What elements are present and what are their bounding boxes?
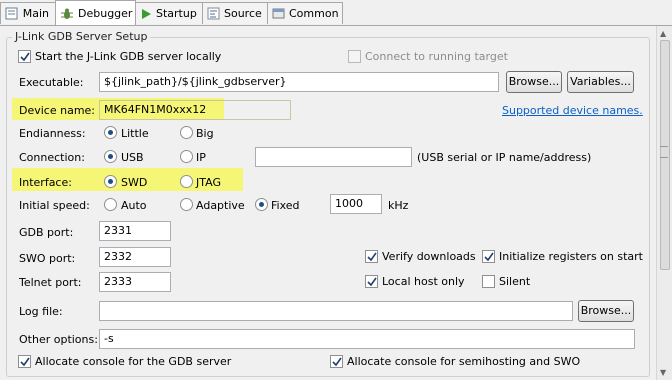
checkmark-icon <box>367 252 377 262</box>
connection-usb-label: USB <box>121 151 144 164</box>
connection-ip-label: IP <box>196 151 206 164</box>
tab-source[interactable]: Source <box>202 2 268 24</box>
checkmark-icon <box>20 357 30 367</box>
connection-label: Connection: <box>19 151 85 164</box>
connect-running-checkbox[interactable] <box>348 50 361 63</box>
tab-source-label: Source <box>224 7 262 20</box>
silent-label: Silent <box>499 275 531 288</box>
endianness-big-label: Big <box>196 127 214 140</box>
speed-adaptive-radio[interactable] <box>180 198 193 211</box>
tab-main-label: Main <box>22 7 49 20</box>
other-options-input[interactable]: -s <box>99 329 635 349</box>
main-tab-icon <box>5 7 19 21</box>
speed-adaptive-label: Adaptive <box>196 199 245 212</box>
startup-play-icon <box>140 7 152 21</box>
checkmark-icon <box>20 52 30 62</box>
swo-port-input[interactable]: 2332 <box>99 247 171 267</box>
speed-fixed-label: Fixed <box>271 199 300 212</box>
verify-downloads-label: Verify downloads <box>382 250 476 263</box>
telnet-port-input[interactable]: 2333 <box>99 272 171 292</box>
tab-bar: Main Debugger Startup Source Common <box>0 0 672 26</box>
log-file-browse-button[interactable]: Browse... <box>578 300 634 322</box>
speed-khz-input[interactable]: 1000 <box>330 194 382 214</box>
local-host-only-label: Local host only <box>382 275 465 288</box>
local-host-only-checkbox[interactable] <box>365 275 378 288</box>
log-file-input[interactable] <box>99 301 573 321</box>
allocate-gdb-console-label: Allocate console for the GDB server <box>35 355 232 368</box>
debugger-tab-icon <box>60 7 74 21</box>
device-name-input[interactable]: MK64FN1M0xxx12 <box>99 100 291 120</box>
log-file-label: Log file: <box>19 305 63 318</box>
device-name-label: Device name: <box>19 104 96 117</box>
interface-label: Interface: <box>19 176 72 189</box>
checkmark-icon <box>367 277 377 287</box>
gdb-port-input[interactable]: 2331 <box>99 221 171 241</box>
tab-main[interactable]: Main <box>0 2 56 24</box>
tab-common[interactable]: Common <box>267 2 343 24</box>
speed-unit: kHz <box>388 199 409 212</box>
common-tab-icon <box>272 7 285 21</box>
endianness-big-radio[interactable] <box>180 126 193 139</box>
speed-fixed-radio[interactable] <box>255 198 268 211</box>
variables-button[interactable]: Variables... <box>567 71 634 93</box>
scroll-down-icon[interactable]: ▼ <box>660 368 666 377</box>
speed-auto-radio[interactable] <box>104 198 117 211</box>
interface-swd-label: SWD <box>121 176 148 189</box>
connection-ip-radio[interactable] <box>180 150 193 163</box>
checkmark-icon <box>484 252 494 262</box>
interface-swd-radio[interactable] <box>104 175 117 188</box>
telnet-port-label: Telnet port: <box>19 276 82 289</box>
allocate-gdb-console-checkbox[interactable] <box>18 355 31 368</box>
tab-startup-label: Startup <box>156 7 197 20</box>
endianness-little-label: Little <box>121 127 149 140</box>
start-locally-checkbox[interactable] <box>18 50 31 63</box>
executable-input[interactable]: ${jlink_path}/${jlink_gdbserver} <box>99 72 499 92</box>
supported-devices-link[interactable]: Supported device names. <box>502 104 643 117</box>
checkmark-icon <box>332 357 342 367</box>
speed-auto-label: Auto <box>121 199 147 212</box>
connection-hint: (USB serial or IP name/address) <box>417 151 592 164</box>
source-tab-icon <box>207 7 220 21</box>
connection-usb-radio[interactable] <box>104 150 117 163</box>
executable-browse-button[interactable]: Browse... <box>506 71 562 93</box>
verify-downloads-checkbox[interactable] <box>365 250 378 263</box>
initial-speed-label: Initial speed: <box>19 199 90 212</box>
endianness-label: Endianness: <box>19 127 86 140</box>
initialize-registers-checkbox[interactable] <box>482 250 495 263</box>
allocate-semihosting-console-checkbox[interactable] <box>330 355 343 368</box>
tab-common-label: Common <box>289 7 339 20</box>
tab-debugger[interactable]: Debugger <box>55 0 136 26</box>
allocate-semihosting-console-label: Allocate console for semihosting and SWO <box>347 355 581 368</box>
usb-ip-input[interactable] <box>255 147 412 167</box>
scroll-up-icon[interactable]: ▲ <box>660 29 666 38</box>
interface-jtag-label: JTAG <box>196 176 221 189</box>
initialize-registers-label: Initialize registers on start <box>499 250 643 263</box>
executable-label: Executable: <box>19 76 84 89</box>
connect-running-label: Connect to running target <box>365 50 508 63</box>
tab-debugger-label: Debugger <box>78 7 133 20</box>
swo-port-label: SWO port: <box>19 252 76 265</box>
interface-jtag-radio[interactable] <box>180 175 193 188</box>
other-options-label: Other options: <box>19 333 98 346</box>
endianness-little-radio[interactable] <box>104 126 117 139</box>
start-locally-label: Start the J-Link GDB server locally <box>35 50 222 63</box>
scrollbar-grip-icon <box>660 146 668 158</box>
tab-startup[interactable]: Startup <box>135 2 203 24</box>
group-title: J-Link GDB Server Setup <box>12 30 151 43</box>
vertical-scrollbar[interactable]: ▲ ▼ <box>656 26 672 380</box>
gdb-port-label: GDB port: <box>19 226 74 239</box>
silent-checkbox[interactable] <box>482 275 495 288</box>
